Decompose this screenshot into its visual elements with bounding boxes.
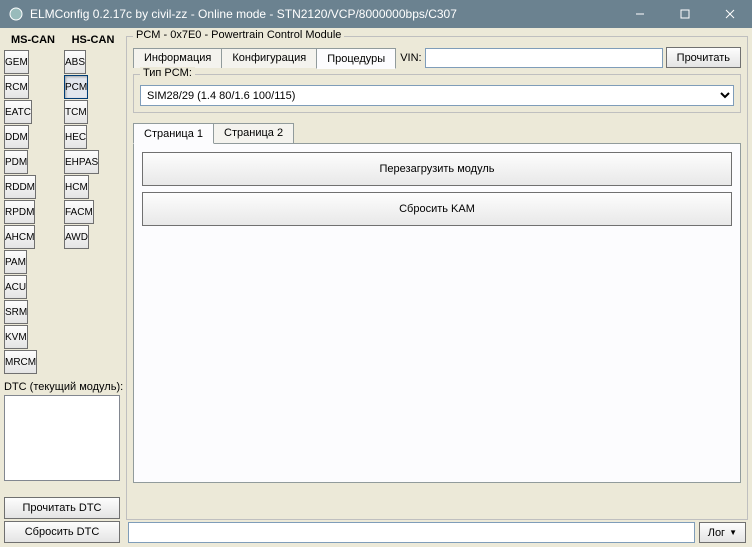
module-tcm[interactable]: TCM [64,100,88,124]
module-rpdm[interactable]: RPDM [4,200,35,224]
log-button-label: Лог [708,527,725,539]
module-pcm[interactable]: PCM [64,75,88,99]
tab-procedures[interactable]: Процедуры [316,48,396,69]
module-hcm[interactable]: HCM [64,175,89,199]
vin-input[interactable] [425,48,663,68]
read-dtc-button[interactable]: Прочитать DTC [4,497,120,519]
tab-info[interactable]: Информация [133,48,222,68]
module-rddm[interactable]: RDDM [4,175,36,199]
procedures-panel: Перезагрузить модуль Сбросить KAM [133,143,741,483]
module-srm[interactable]: SRM [4,300,28,324]
module-pdm[interactable]: PDM [4,150,28,174]
dtc-label: DTC (текущий модуль): [4,379,124,395]
reset-kam-button[interactable]: Сбросить KAM [142,192,732,226]
module-abs[interactable]: ABS [64,50,86,74]
window-titlebar: ELMConfig 0.2.17c by civil-zz - Online m… [0,0,752,28]
pcm-groupbox: PCM - 0x7E0 - Powertrain Control Module … [126,36,748,520]
module-awd[interactable]: AWD [64,225,89,249]
ms-can-header: MS-CAN [4,32,62,50]
tab-config[interactable]: Конфигурация [221,48,317,68]
reset-dtc-button[interactable]: Сбросить DTC [4,521,120,543]
vin-label: VIN: [400,52,421,64]
pcm-type-select[interactable]: SIM28/29 (1.4 80/1.6 100/115) [140,85,734,106]
read-vin-button[interactable]: Прочитать [666,47,741,68]
minimize-button[interactable] [617,0,662,28]
window-title: ELMConfig 0.2.17c by civil-zz - Online m… [30,7,617,21]
log-button[interactable]: Лог [699,522,746,543]
module-mrcm[interactable]: MRCM [4,350,37,374]
module-facm[interactable]: FACM [64,200,94,224]
main-tabs: Информация Конфигурация Процедуры [133,48,395,68]
module-ddm[interactable]: DDM [4,125,29,149]
module-hec[interactable]: HEC [64,125,87,149]
module-rcm[interactable]: RCM [4,75,29,99]
pcm-type-label: Тип PCM: [140,67,195,79]
module-acu[interactable]: ACU [4,275,27,299]
module-pam[interactable]: PAM [4,250,27,274]
close-button[interactable] [707,0,752,28]
module-ahcm[interactable]: AHCM [4,225,35,249]
module-ehpas[interactable]: EHPAS [64,150,99,174]
page-tabs: Страница 1 Страница 2 [133,123,741,143]
app-icon [8,6,24,22]
module-kvm[interactable]: KVM [4,325,28,349]
tab-page1[interactable]: Страница 1 [133,123,214,144]
module-gem[interactable]: GEM [4,50,29,74]
status-field [128,522,695,543]
tab-page2[interactable]: Страница 2 [213,123,294,143]
pcm-group-title: PCM - 0x7E0 - Powertrain Control Module [133,29,344,41]
module-eatc[interactable]: EATC [4,100,32,124]
maximize-button[interactable] [662,0,707,28]
dtc-listbox[interactable] [4,395,120,481]
hs-can-header: HS-CAN [64,32,122,50]
reload-module-button[interactable]: Перезагрузить модуль [142,152,732,186]
